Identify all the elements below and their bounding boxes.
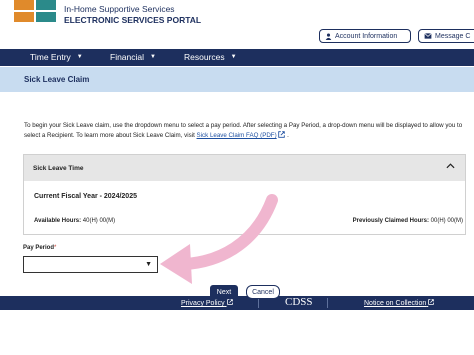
notice-on-collection-link[interactable]: Notice on Collection <box>364 299 435 307</box>
footer-divider <box>258 298 259 308</box>
logo-square-orange-2 <box>14 12 34 22</box>
card-title: Sick Leave Time <box>33 165 84 172</box>
available-hours-label: Available Hours: <box>34 218 82 224</box>
mail-icon <box>424 33 432 39</box>
external-link-icon <box>428 299 435 305</box>
nav-financial[interactable]: Financial ▼ <box>110 52 156 62</box>
pay-period-label: Pay Period* <box>23 245 56 251</box>
nav-resources-label: Resources <box>184 52 225 62</box>
intro-end: . <box>285 132 289 139</box>
notice-on-collection-label: Notice on Collection <box>364 300 427 307</box>
privacy-policy-label: Privacy Policy <box>181 300 225 307</box>
caret-down-icon: ▼ <box>145 261 152 268</box>
brand-line-1: In-Home Supportive Services <box>64 4 175 14</box>
message-center-button[interactable]: Message C <box>418 29 474 43</box>
intro-text: To begin your Sick Leave claim, use the … <box>24 121 464 141</box>
pay-period-label-text: Pay Period <box>23 245 55 251</box>
logo-square-teal <box>36 0 56 10</box>
available-hours: Available Hours: 40(H) 00(M) <box>34 218 115 224</box>
logo-square-teal-2 <box>36 12 56 22</box>
user-icon <box>325 33 332 40</box>
faq-link[interactable]: Sick Leave Claim FAQ (PDF) <box>197 132 277 139</box>
card-header[interactable]: Sick Leave Time <box>24 155 465 181</box>
fiscal-year: Current Fiscal Year - 2024/2025 <box>34 193 137 200</box>
logo-square-orange <box>14 0 34 10</box>
account-information-label: Account Information <box>335 32 398 40</box>
page-title: Sick Leave Claim <box>0 67 474 92</box>
sick-leave-card: Sick Leave Time Current Fiscal Year - 20… <box>23 154 466 235</box>
brand-line-2: ELECTRONIC SERVICES PORTAL <box>64 15 202 25</box>
caret-down-icon: ▼ <box>76 54 83 60</box>
pay-period-select[interactable]: ▼ <box>23 256 158 273</box>
cancel-button[interactable]: Cancel <box>246 285 280 299</box>
available-hours-value: 40(H) 00(M) <box>82 218 116 224</box>
chevron-up-icon[interactable] <box>446 161 455 171</box>
message-center-label: Message C <box>435 32 471 40</box>
privacy-policy-link[interactable]: Privacy Policy <box>181 299 233 307</box>
cdss-logo: CDSS <box>285 296 313 308</box>
account-information-button[interactable]: Account Information <box>319 29 411 43</box>
claimed-hours-value: 00(H) 00(M) <box>430 218 463 224</box>
nav-time-entry-label: Time Entry <box>30 52 71 62</box>
required-mark: * <box>54 245 57 251</box>
claimed-hours-label: Previously Claimed Hours: <box>352 218 429 224</box>
nav-time-entry[interactable]: Time Entry ▼ <box>30 52 83 62</box>
claimed-hours: Previously Claimed Hours: 00(H) 00(M) <box>353 218 463 224</box>
main-nav: Time Entry ▼ Financial ▼ Resources ▼ <box>0 49 474 66</box>
caret-down-icon: ▼ <box>150 54 156 60</box>
nav-resources[interactable]: Resources ▼ <box>184 52 237 62</box>
footer: Privacy Policy CDSS Notice on Collection <box>0 296 474 310</box>
footer-divider <box>327 298 328 308</box>
external-link-icon <box>226 299 233 305</box>
nav-financial-label: Financial <box>110 52 145 62</box>
caret-down-icon: ▼ <box>230 54 237 60</box>
logo <box>14 0 58 22</box>
